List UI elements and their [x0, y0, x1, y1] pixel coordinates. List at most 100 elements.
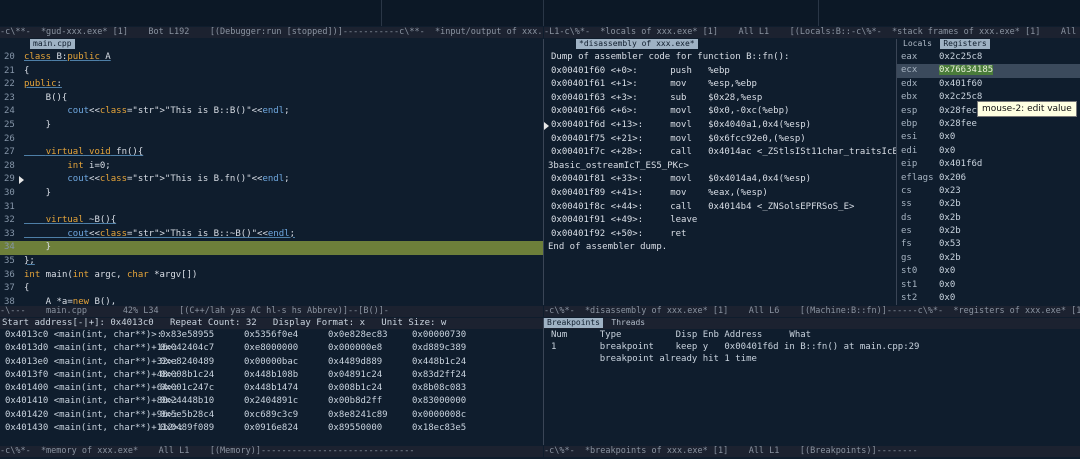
register-value[interactable]: 0x0: [939, 266, 955, 276]
register-value[interactable]: 0x28fee: [939, 119, 977, 129]
source-line[interactable]: 38 A *a=new B(),: [0, 296, 543, 305]
register-value[interactable]: 0x2b: [939, 253, 961, 263]
register-row[interactable]: st1 0x0: [897, 279, 1080, 292]
register-row[interactable]: esi 0x0: [897, 131, 1080, 144]
memory-word[interactable]: 0x448b108b: [244, 369, 298, 382]
source-pane[interactable]: main.cpp 20 class B:public A 21{22 public: 2…: [0, 39, 543, 305]
tab-threads[interactable]: Threads: [608, 318, 648, 328]
register-row[interactable]: st0 0x0: [897, 265, 1080, 278]
source-line[interactable]: 36 int main(int argc, char *argv[]): [0, 269, 543, 283]
memory-word[interactable]: 0xd889c389: [412, 342, 466, 355]
memory-row[interactable]: 0x4013f0 <main(int, char**)+48>: 0x008b1c…: [0, 369, 543, 382]
memory-word[interactable]: 0x8b08c083: [412, 382, 466, 395]
register-value[interactable]: 0x53: [939, 239, 961, 249]
register-value[interactable]: 0x206: [939, 173, 966, 183]
tab-locals[interactable]: Locals: [900, 39, 935, 49]
memory-word[interactable]: 0x8e8241c89: [328, 409, 388, 422]
source-line[interactable]: 31: [0, 201, 543, 215]
memory-word[interactable]: 0x83e58955: [160, 329, 214, 342]
disassembly-text[interactable]: End of assembler dump.: [544, 241, 896, 255]
source-line[interactable]: 35};: [0, 255, 543, 269]
disassembly-line[interactable]: 0x00401f89 <+41>: mov %eax,(%esp): [544, 187, 896, 201]
source-line[interactable]: 24 cout<<class="str">"This is B::B()"<<e…: [0, 105, 543, 119]
memory-word[interactable]: 0x0489f089: [160, 422, 214, 435]
register-row[interactable]: es 0x2b: [897, 225, 1080, 238]
memory-word[interactable]: 0x448b1474: [244, 382, 298, 395]
register-row[interactable]: cs 0x23: [897, 185, 1080, 198]
memory-word[interactable]: 0x448b1c24: [412, 356, 466, 369]
memory-word[interactable]: 0x4489d889: [328, 356, 382, 369]
memory-word[interactable]: 0x83d2ff24: [412, 369, 466, 382]
tab-breakpoints[interactable]: Breakpoints: [544, 318, 603, 328]
memory-word[interactable]: 0x2404891c: [244, 395, 298, 408]
source-line[interactable]: 25 }: [0, 119, 543, 133]
disassembly-line[interactable]: 0x00401f7c <+28>: call 0x4014ac <_ZStlsI…: [544, 146, 896, 160]
disassembly-line[interactable]: 0x00401f75 <+21>: movl $0x6fcc92e0,(%esp…: [544, 133, 896, 147]
memory-word[interactable]: 0x000000e8: [328, 342, 382, 355]
source-line[interactable]: 32 virtual ~B(){: [0, 214, 543, 228]
breakpoints-pane[interactable]: Breakpoints Threads Num Type Disp Enb Ad…: [544, 318, 1080, 445]
register-value[interactable]: 0x401f60: [939, 79, 982, 89]
source-line[interactable]: 30 }: [0, 187, 543, 201]
disassembly-line[interactable]: 0x00401f6d <+13>: movl $0x4040a1,0x4(%es…: [544, 119, 896, 133]
source-line[interactable]: 22 public:: [0, 78, 543, 92]
memory-row[interactable]: 0x401400 <main(int, char**)+64>: 0x001c24…: [0, 382, 543, 395]
memory-row[interactable]: 0x401420 <main(int, char**)+96>: 0x5e5b28…: [0, 409, 543, 422]
memory-word[interactable]: 0x008b1c24: [160, 369, 214, 382]
register-value[interactable]: 0x401f6d: [939, 159, 982, 169]
source-line[interactable]: 27 virtual void fn(){: [0, 146, 543, 160]
breakpoint-marker-icon[interactable]: [19, 176, 24, 185]
register-row[interactable]: gs 0x2b: [897, 252, 1080, 265]
memory-row[interactable]: 0x4013e0 <main(int, char**)+32>: 0xe82404…: [0, 356, 543, 369]
source-line[interactable]: 28 int i=0;: [0, 160, 543, 174]
disassembly-line[interactable]: 0x00401f81 <+33>: movl $0x4014a4,0x4(%es…: [544, 173, 896, 187]
register-value[interactable]: 0x23: [939, 186, 961, 196]
register-row[interactable]: st2 0x0: [897, 292, 1080, 305]
register-row[interactable]: fs 0x53: [897, 238, 1080, 251]
register-value[interactable]: 0x76634185: [939, 65, 994, 76]
register-value[interactable]: 0x0: [939, 293, 955, 303]
register-row[interactable]: edi 0x0: [897, 145, 1080, 158]
memory-row[interactable]: 0x4013c0 <main(int, char**)>: 0x83e58955 0…: [0, 329, 543, 342]
register-row[interactable]: edx 0x401f60: [897, 78, 1080, 91]
memory-row[interactable]: 0x4013d0 <main(int, char**)+16>: 0x042404…: [0, 342, 543, 355]
tab-disassembly[interactable]: *disassembly of xxx.exe*: [576, 39, 698, 49]
register-value[interactable]: 0x2b: [939, 199, 961, 209]
memory-pane[interactable]: Start address[-|+]: 0x4013c0 Repeat Coun…: [0, 318, 543, 445]
tab-main-cpp[interactable]: main.cpp: [30, 39, 75, 49]
source-line[interactable]: 26: [0, 133, 543, 147]
register-row[interactable]: ss 0x2b: [897, 198, 1080, 211]
memory-word[interactable]: 0x008b1c24: [328, 382, 382, 395]
registers-pane[interactable]: Locals Registers eax 0x2c25c8 ecx 0x7663418…: [897, 39, 1080, 305]
register-row[interactable]: ds 0x2b: [897, 212, 1080, 225]
disassembly-line[interactable]: 0x00401f63 <+3>: sub $0x28,%esp: [544, 92, 896, 106]
register-value[interactable]: 0x0: [939, 146, 955, 156]
register-row[interactable]: eax 0x2c25c8: [897, 51, 1080, 64]
register-row[interactable]: eip 0x401f6d: [897, 158, 1080, 171]
memory-word[interactable]: 0x0e828ec83: [328, 329, 388, 342]
disassembly-line[interactable]: 0x00401f92 <+50>: ret: [544, 228, 896, 242]
memory-word[interactable]: 0x00b8d2ff: [328, 395, 382, 408]
register-value[interactable]: 0x2c25c8: [939, 92, 982, 102]
memory-row[interactable]: 0x401410 <main(int, char**)+80>: 0x24448b…: [0, 395, 543, 408]
memory-word[interactable]: 0x042404c7: [160, 342, 214, 355]
memory-word[interactable]: 0x0000008c: [412, 409, 466, 422]
memory-word[interactable]: 0x5356f0e4: [244, 329, 298, 342]
register-row[interactable]: eflags 0x206: [897, 172, 1080, 185]
memory-word[interactable]: 0x89550000: [328, 422, 382, 435]
memory-word[interactable]: 0x18ec83e5: [412, 422, 466, 435]
register-value[interactable]: 0x2b: [939, 213, 961, 223]
disassembly-line[interactable]: 0x00401f60 <+0>: push %ebp: [544, 65, 896, 79]
memory-word[interactable]: 0x00000730: [412, 329, 466, 342]
source-line[interactable]: 29 cout<<class="str">"This is B.fn()"<<e…: [0, 173, 543, 187]
breakpoint-row[interactable]: 1 breakpoint keep y 0x00401f6d in B::fn(…: [544, 341, 1080, 353]
source-line[interactable]: 20 class B:public A: [0, 51, 543, 65]
memory-word[interactable]: 0x0916e824: [244, 422, 298, 435]
register-value[interactable]: 0x0: [939, 132, 955, 142]
source-line[interactable]: 23 B(){: [0, 92, 543, 106]
disassembly-line[interactable]: 0x00401f66 <+6>: movl $0x0,-0xc(%ebp): [544, 105, 896, 119]
register-row[interactable]: ebp 0x28fee: [897, 118, 1080, 131]
memory-header[interactable]: Start address[-|+]: 0x4013c0 Repeat Coun…: [0, 318, 543, 329]
disassembly-text[interactable]: 3basic_ostreamIcT_ES5_PKc>: [544, 160, 896, 174]
register-value[interactable]: 0x2b: [939, 226, 961, 236]
